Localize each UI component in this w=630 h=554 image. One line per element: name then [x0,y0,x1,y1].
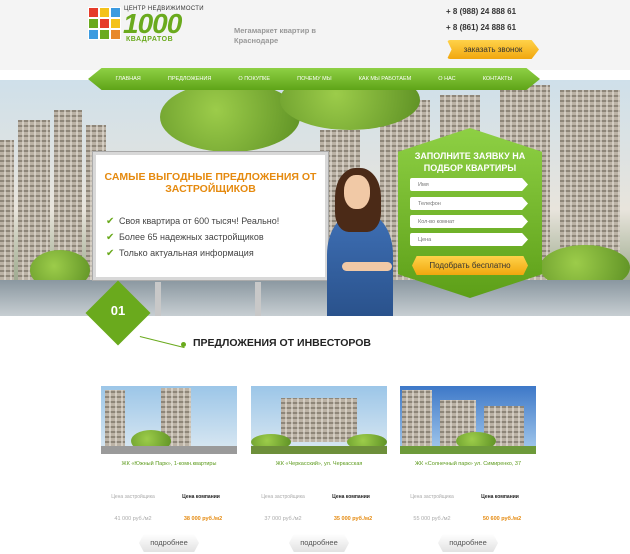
section-dot [181,342,186,347]
company-price-label: Цена компании [332,494,370,500]
company-price: 35 000 руб./м2 [333,516,373,522]
company-price: 38 000 руб./м2 [183,516,223,522]
tree-image [160,82,300,152]
rooms-field[interactable] [410,215,528,228]
nav-item-home[interactable]: ГЛАВНАЯ [116,76,141,82]
offer-card: ЖК «Солнечный парк» ул. Симиренко, 37 Це… [400,386,536,554]
woman-arm-image [342,262,392,271]
offer-title[interactable]: ЖК «Солнечный парк» ул. Симиренко, 37 [400,460,536,469]
logo-cube-icon[interactable] [88,7,122,41]
list-item: ✔ Только актуальная информация [106,245,279,261]
details-button[interactable]: подробнее [289,534,349,552]
nav-item-about[interactable]: О НАС [438,76,455,82]
check-icon: ✔ [106,215,115,227]
nav-item-contacts[interactable]: КОНТАКТЫ [483,76,513,82]
company-price: 50 600 руб./м2 [482,516,522,522]
offer-photo[interactable] [400,386,536,454]
main-nav: ГЛАВНАЯ ПРЕДЛОЖЕНИЯ О ПОКУПКЕ ПОЧЕМУ МЫ … [88,68,540,90]
site-tagline: Мегамаркет квартир в Краснодаре [234,26,316,45]
phone-field[interactable] [410,197,528,210]
woman-face-image [344,175,370,209]
nav-item-offers[interactable]: ПРЕДЛОЖЕНИЯ [168,76,211,82]
list-item-text: Более 65 надежных застройщиков [119,232,264,242]
offer-photo[interactable] [251,386,387,454]
offer-card: ЖК «Южный Парк», 1-комн.квартиры Цена за… [101,386,237,554]
check-icon: ✔ [106,247,115,259]
developer-price: 55 000 руб./м2 [413,516,451,522]
check-icon: ✔ [106,231,115,243]
phone-number-2[interactable]: + 8 (861) 24 888 61 [446,23,516,32]
offer-photo[interactable] [101,386,237,454]
site-header: ЦЕНТР НЕДВИЖИМОСТИ 1000 КВАДРАТОВ Мегама… [0,0,630,70]
submit-request-button[interactable]: Подобрать бесплатно [412,256,528,275]
company-price-label: Цена компании [481,494,519,500]
developer-price-label: Цена застройщика [410,494,454,500]
details-button[interactable]: подробнее [438,534,498,552]
developer-price-label: Цена застройщика [111,494,155,500]
developer-price: 41 000 руб./м2 [114,516,152,522]
billboard-pole [255,282,261,316]
offer-title[interactable]: ЖК «Черкасский», ул. Черкасская [251,460,387,469]
company-price-label: Цена компании [182,494,220,500]
section-title: ПРЕДЛОЖЕНИЯ ОТ ИНВЕСТОРОВ [193,337,371,349]
offer-title[interactable]: ЖК «Южный Парк», 1-комн.квартиры [101,460,237,469]
logo-subtitle: КВАДРАТОВ [126,36,174,43]
billboard-title: САМЫЕ ВЫГОДНЫЕ ПРЕДЛОЖЕНИЯ ОТ ЗАСТРОЙЩИК… [104,171,317,195]
request-form-title: ЗАПОЛНИТЕ ЗАЯВКУ НА ПОДБОР КВАРТИРЫ [414,151,526,173]
section-number: 01 [110,303,126,318]
list-item-text: Своя квартира от 600 тысяч! Реально! [119,216,280,226]
offer-card: ЖК «Черкасский», ул. Черкасская Цена зас… [251,386,387,554]
nav-item-purchase[interactable]: О ПОКУПКЕ [238,76,270,82]
phone-number-1[interactable]: + 8 (988) 24 888 61 [446,7,516,16]
order-call-button[interactable]: заказать звонок [447,40,539,59]
section-connector-line [139,336,185,349]
price-field[interactable] [410,233,528,246]
billboard-list: ✔ Своя квартира от 600 тысяч! Реально! ✔ Б… [106,213,279,261]
nav-item-why-us[interactable]: ПОЧЕМУ МЫ [297,76,332,82]
list-item-text: Только актуальная информация [119,248,254,258]
details-button[interactable]: подробнее [139,534,199,552]
developer-price-label: Цена застройщика [261,494,305,500]
logo-number[interactable]: 1000 [123,10,182,38]
name-field[interactable] [410,178,528,191]
offers-billboard: САМЫЕ ВЫГОДНЫЕ ПРЕДЛОЖЕНИЯ ОТ ЗАСТРОЙЩИК… [93,152,328,280]
building-image [0,140,14,290]
developer-price: 37 000 руб./м2 [264,516,302,522]
billboard-pole [155,282,161,316]
list-item: ✔ Более 65 надежных застройщиков [106,229,279,245]
nav-item-how-we-work[interactable]: КАК МЫ РАБОТАЕМ [359,76,411,82]
list-item: ✔ Своя квартира от 600 тысяч! Реально! [106,213,279,229]
